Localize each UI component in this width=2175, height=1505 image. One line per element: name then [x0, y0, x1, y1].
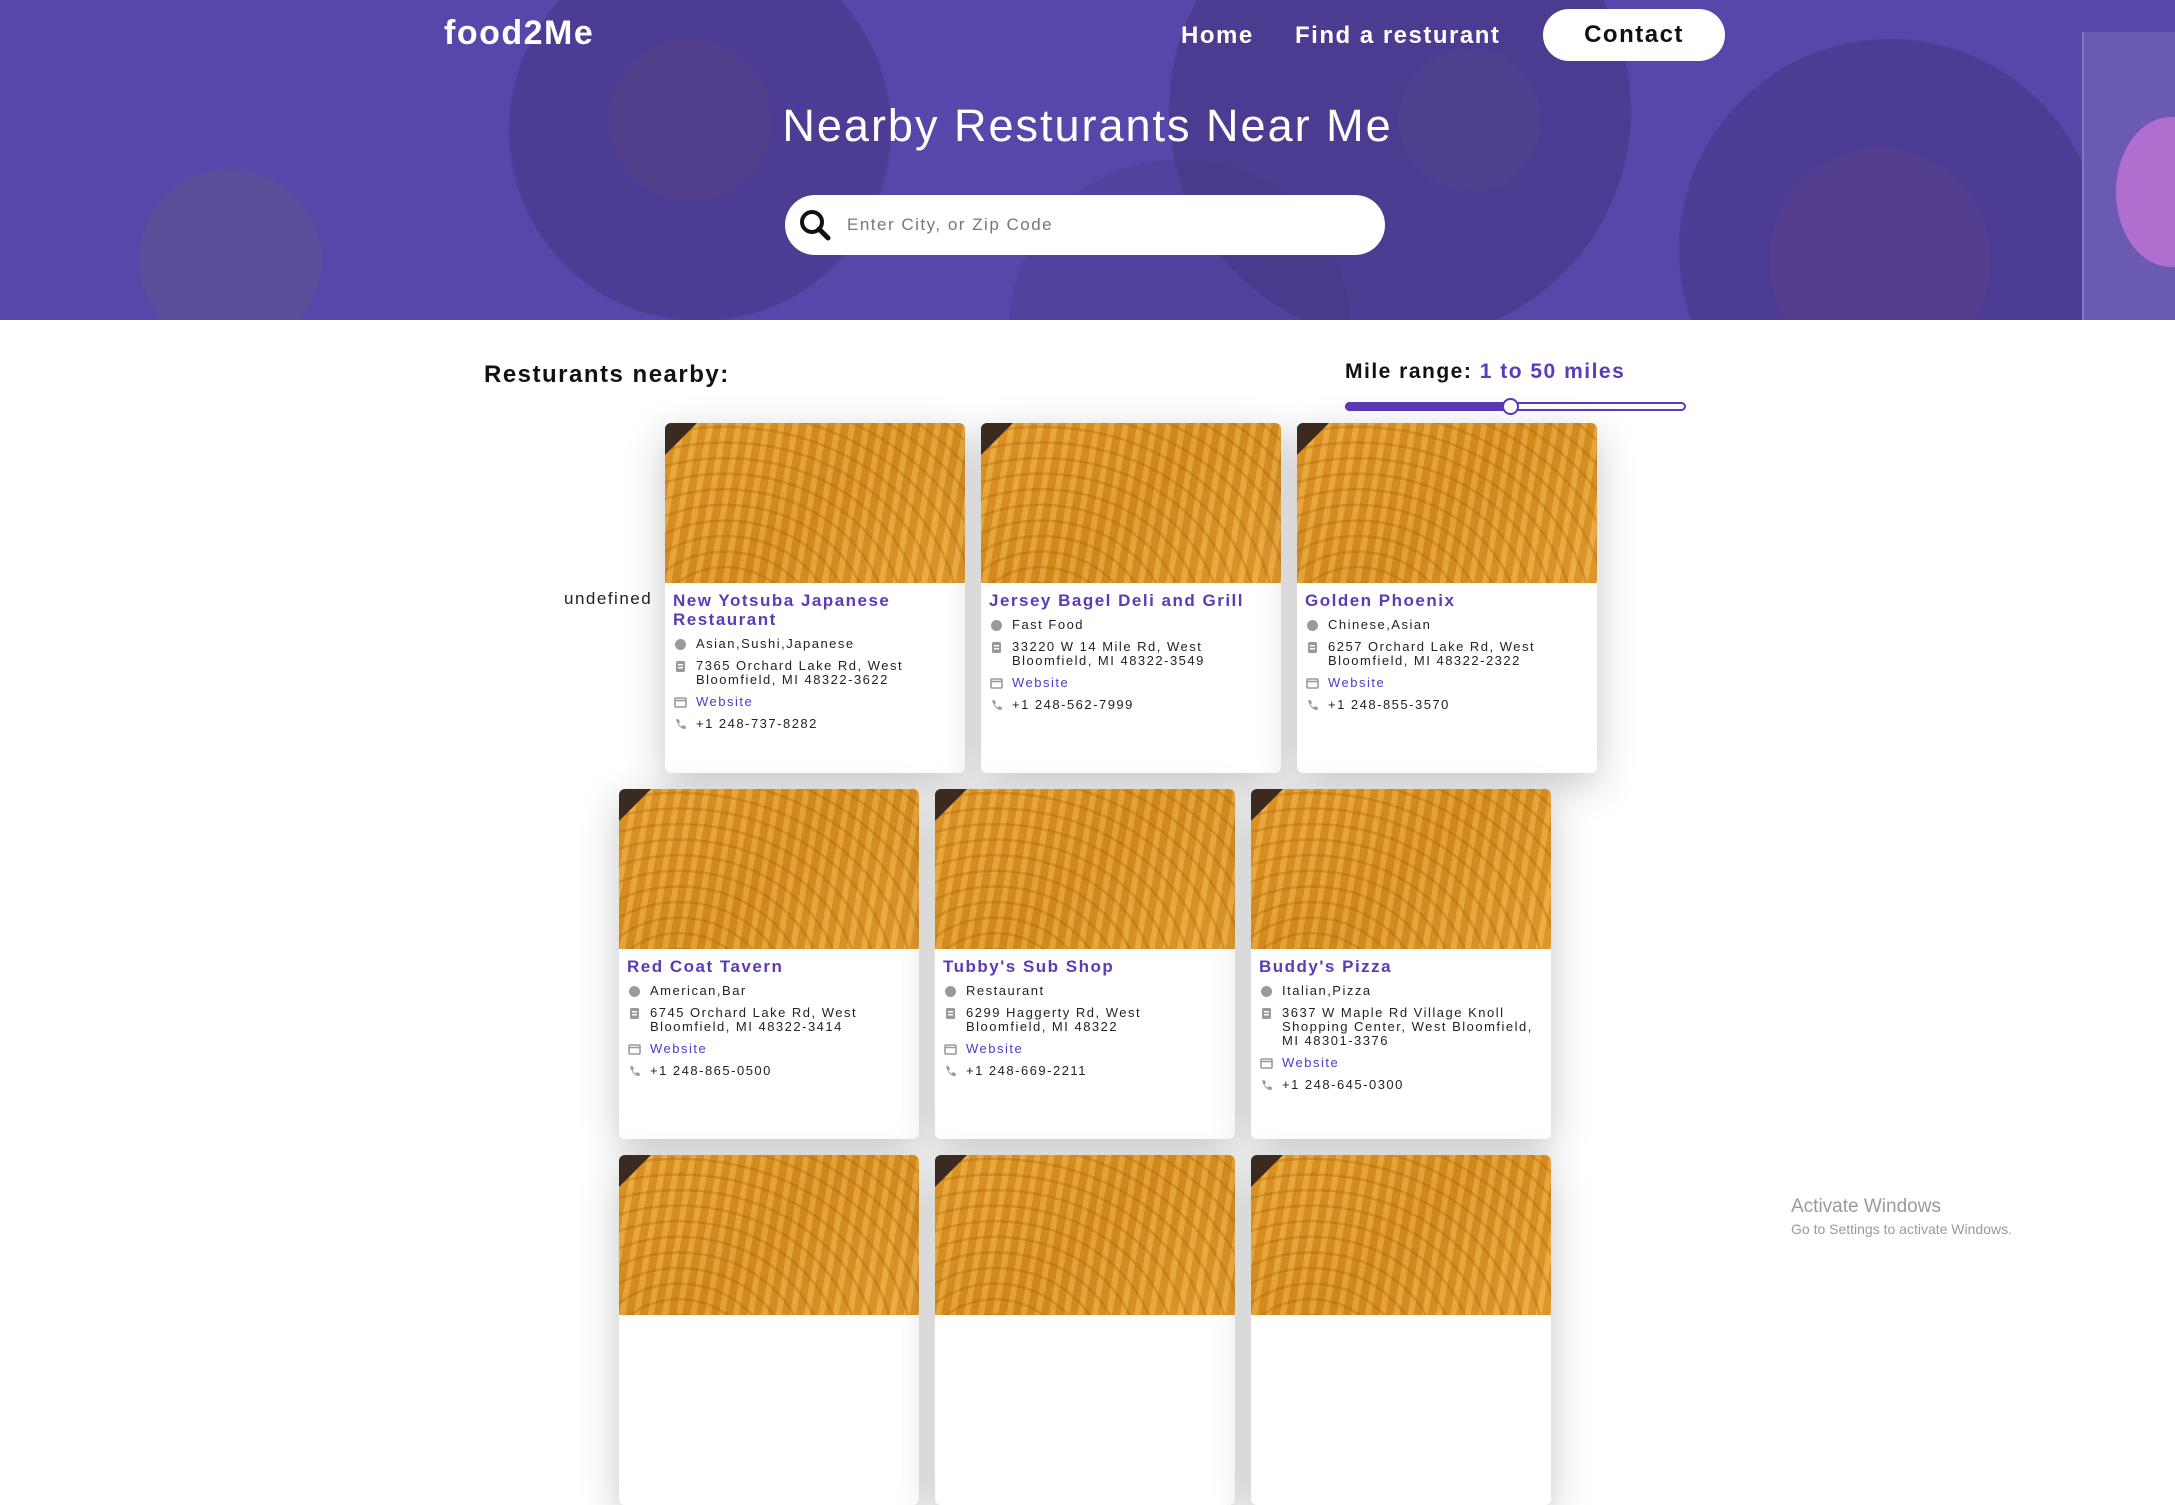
restaurant-image [665, 423, 965, 583]
restaurant-card[interactable] [619, 1155, 919, 1505]
restaurant-category: Italian,Pizza [1282, 983, 1372, 998]
restaurant-card[interactable] [1251, 1155, 1551, 1505]
restaurant-card[interactable] [935, 1155, 1235, 1505]
restaurant-card[interactable]: Jersey Bagel Deli and Grill Fast Food 3322… [981, 423, 1281, 773]
restaurant-card[interactable]: Buddy's Pizza Italian,Pizza 3637 W Maple R… [1251, 789, 1551, 1139]
website-icon [943, 1042, 957, 1056]
restaurant-image [1297, 423, 1597, 583]
restaurant-category: American,Bar [650, 983, 747, 998]
website-icon [627, 1042, 641, 1056]
restaurant-card[interactable]: Red Coat Tavern American,Bar 6745 Orchard … [619, 789, 919, 1139]
restaurant-image [981, 423, 1281, 583]
restaurant-image [935, 1155, 1235, 1315]
restaurant-category: Chinese,Asian [1328, 617, 1432, 632]
restaurant-address: 7365 Orchard Lake Rd, West Bloomfield, M… [696, 658, 904, 687]
restaurant-phone: +1 248-669-2211 [966, 1063, 1087, 1078]
restaurant-name[interactable]: Buddy's Pizza [1259, 957, 1543, 976]
restaurant-category: Restaurant [966, 983, 1045, 998]
mile-range-value: 1 to 50 miles [1479, 360, 1626, 383]
restaurant-card[interactable]: New Yotsuba Japanese Restaurant Asian,Sus… [665, 423, 965, 773]
address-icon [1305, 640, 1319, 654]
windows-watermark: Activate Windows Go to Settings to activ… [1791, 1196, 2012, 1237]
phone-icon [673, 717, 687, 731]
restaurant-image [1251, 1155, 1551, 1315]
restaurant-website-link[interactable]: Website [1282, 1056, 1339, 1070]
restaurant-address: 33220 W 14 Mile Rd, West Bloomfield, MI … [1012, 639, 1205, 668]
category-icon [989, 618, 1003, 632]
mile-range-caption: Mile range: [1345, 360, 1473, 383]
restaurant-website-link[interactable]: Website [966, 1042, 1023, 1056]
address-icon [943, 1006, 957, 1020]
restaurant-name[interactable]: Tubby's Sub Shop [943, 957, 1227, 976]
restaurant-phone: +1 248-645-0300 [1282, 1077, 1404, 1092]
page-title: Nearby Resturants Near Me [782, 100, 1393, 151]
address-icon [1259, 1006, 1273, 1020]
nav-find-restaurant[interactable]: Find a resturant [1295, 22, 1500, 50]
restaurant-name[interactable]: New Yotsuba Japanese Restaurant [673, 591, 957, 629]
undefined-label: undefined [564, 589, 653, 608]
restaurant-phone: +1 248-865-0500 [650, 1063, 772, 1078]
website-icon [673, 695, 687, 709]
restaurant-website-link[interactable]: Website [1328, 676, 1385, 690]
watermark-title: Activate Windows [1791, 1196, 1941, 1217]
restaurant-category: Asian,Sushi,Japanese [696, 636, 855, 651]
address-icon [673, 659, 687, 673]
website-icon [989, 676, 1003, 690]
restaurant-image [619, 789, 919, 949]
brand-logo[interactable]: food2Me [444, 14, 594, 53]
slider-thumb[interactable] [1502, 398, 1519, 415]
category-icon [627, 984, 641, 998]
restaurant-image [619, 1155, 919, 1315]
phone-icon [1259, 1078, 1273, 1092]
address-icon [989, 640, 1003, 654]
restaurant-website-link[interactable]: Website [696, 695, 753, 709]
restaurant-phone: +1 248-855-3570 [1328, 697, 1450, 712]
phone-icon [943, 1064, 957, 1078]
category-icon [673, 637, 687, 651]
category-icon [1305, 618, 1319, 632]
restaurant-card[interactable]: Golden Phoenix Chinese,Asian 6257 Orchard … [1297, 423, 1597, 773]
hero-side-image [2082, 32, 2175, 320]
restaurant-card[interactable]: Tubby's Sub Shop Restaurant 6299 Haggerty … [935, 789, 1235, 1139]
phone-icon [1305, 698, 1319, 712]
restaurant-address: 6745 Orchard Lake Rd, West Bloomfield, M… [650, 1005, 858, 1034]
restaurant-category: Fast Food [1012, 617, 1085, 632]
mile-range-label: Mile range: 1 to 50 miles [1345, 360, 1625, 384]
contact-button[interactable]: Contact [1543, 9, 1725, 61]
restaurant-address: 3637 W Maple Rd Village Knoll Shopping C… [1282, 1005, 1533, 1048]
section-title: Resturants nearby: [484, 361, 730, 388]
search-bar[interactable] [785, 195, 1385, 255]
website-icon [1259, 1056, 1273, 1070]
mile-range-slider[interactable] [1345, 398, 1686, 415]
restaurant-image [1251, 789, 1551, 949]
restaurant-name[interactable]: Golden Phoenix [1305, 591, 1589, 610]
search-input[interactable] [845, 214, 1349, 236]
restaurant-phone: +1 248-737-8282 [696, 716, 818, 731]
hero-overlay [0, 0, 2175, 320]
phone-icon [989, 698, 1003, 712]
category-icon [1259, 984, 1273, 998]
restaurant-name[interactable]: Red Coat Tavern [627, 957, 911, 976]
website-icon [1305, 676, 1319, 690]
search-icon[interactable] [795, 205, 835, 245]
address-icon [627, 1006, 641, 1020]
restaurant-phone: +1 248-562-7999 [1012, 697, 1134, 712]
restaurant-address: 6299 Haggerty Rd, West Bloomfield, MI 48… [966, 1005, 1142, 1034]
category-icon [943, 984, 957, 998]
restaurant-name[interactable]: Jersey Bagel Deli and Grill [989, 591, 1273, 610]
slider-fill [1345, 402, 1510, 411]
restaurant-address: 6257 Orchard Lake Rd, West Bloomfield, M… [1328, 639, 1536, 668]
restaurant-website-link[interactable]: Website [650, 1042, 707, 1056]
restaurant-image [935, 789, 1235, 949]
restaurant-website-link[interactable]: Website [1012, 676, 1069, 690]
watermark-subtitle: Go to Settings to activate Windows. [1791, 1221, 2012, 1237]
phone-icon [627, 1064, 641, 1078]
nav-home[interactable]: Home [1181, 22, 1254, 50]
hero-banner: food2Me Home Find a resturant Contact Ne… [0, 0, 2175, 320]
